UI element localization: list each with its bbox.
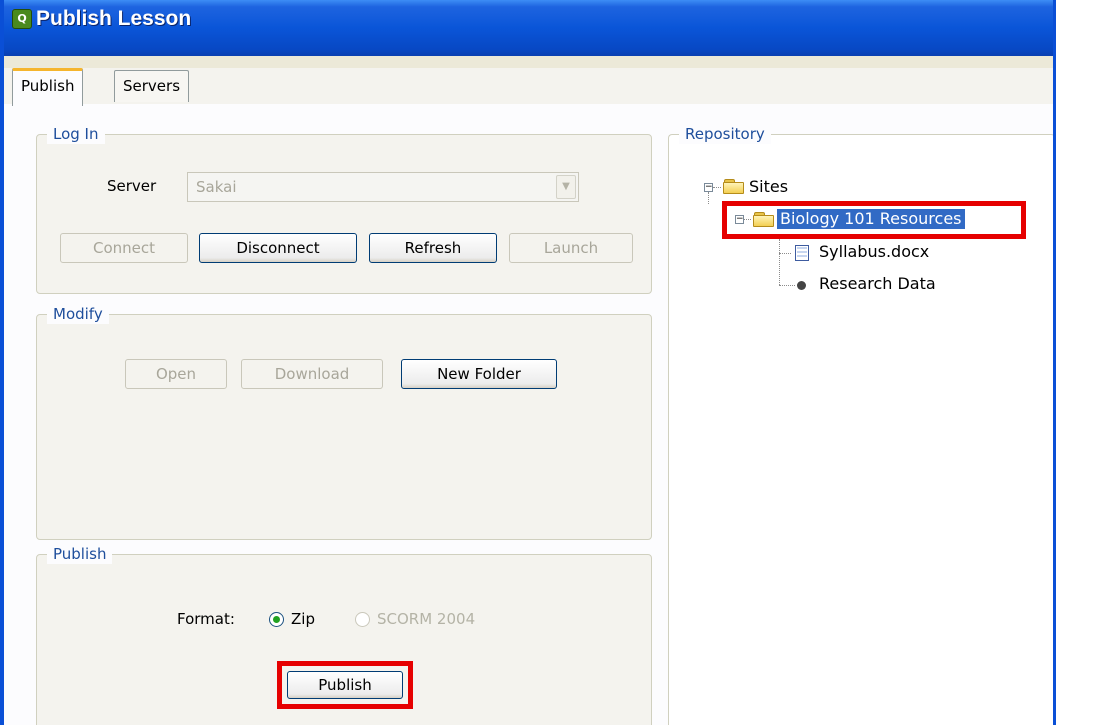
tab-strip: Publish Servers xyxy=(4,68,1053,106)
tab-content: Log In Server Sakai ▼ Connect Disconnect… xyxy=(4,104,1055,725)
collapse-icon[interactable]: − xyxy=(704,183,713,192)
window-border-left xyxy=(0,0,4,725)
tree-node-sites[interactable]: Sites xyxy=(749,177,788,197)
open-button[interactable]: Open xyxy=(125,359,227,389)
format-label: Format: xyxy=(177,610,235,628)
server-select[interactable]: Sakai ▼ xyxy=(187,172,579,202)
title-bar[interactable]: Q Publish Lesson xyxy=(0,0,1056,56)
window-border-right xyxy=(1053,0,1056,725)
refresh-button[interactable]: Refresh xyxy=(369,233,497,263)
disconnect-button[interactable]: Disconnect xyxy=(199,233,357,263)
modify-group: Modify Open Download New Folder xyxy=(36,304,652,540)
launch-button[interactable]: Launch xyxy=(509,233,633,263)
tree-node-syllabus[interactable]: Syllabus.docx xyxy=(819,242,929,262)
folder-open-icon xyxy=(753,212,775,227)
tree-node-research-data[interactable]: Research Data xyxy=(819,274,936,294)
radio-selected-dot xyxy=(273,616,280,623)
publish-lesson-window: Q Publish Lesson Publish Servers Log In … xyxy=(0,0,1056,725)
chevron-down-icon[interactable]: ▼ xyxy=(556,175,576,199)
publish-group-title: Publish xyxy=(47,544,113,564)
publish-group: Publish Format: Zip SCORM 2004 Publish xyxy=(36,544,652,725)
tab-servers[interactable]: Servers xyxy=(114,70,190,102)
tree-node-biology-101[interactable]: Biology 101 Resources xyxy=(776,208,966,230)
new-folder-button[interactable]: New Folder xyxy=(401,359,557,389)
login-group-title: Log In xyxy=(47,124,105,144)
document-icon xyxy=(795,245,809,261)
server-select-value: Sakai xyxy=(196,178,237,196)
bullet-icon xyxy=(797,281,806,290)
collapse-icon[interactable]: − xyxy=(735,215,744,224)
tab-publish[interactable]: Publish xyxy=(12,68,84,106)
folder-icon xyxy=(723,179,745,194)
scorm-radio[interactable] xyxy=(355,612,370,627)
modify-group-title: Modify xyxy=(47,304,109,324)
connect-button[interactable]: Connect xyxy=(60,233,188,263)
window-title: Publish Lesson xyxy=(36,7,192,30)
scorm-radio-label[interactable]: SCORM 2004 xyxy=(377,609,475,629)
login-group: Log In Server Sakai ▼ Connect Disconnect… xyxy=(36,124,652,294)
zip-radio-label[interactable]: Zip xyxy=(291,609,315,629)
server-label: Server xyxy=(107,177,157,195)
app-icon: Q xyxy=(12,9,32,29)
repository-group-title: Repository xyxy=(679,124,771,144)
zip-radio[interactable] xyxy=(269,612,284,627)
publish-button[interactable]: Publish xyxy=(287,671,403,699)
download-button[interactable]: Download xyxy=(241,359,383,389)
repository-panel: Repository − Sites − Biology 101 Resourc… xyxy=(668,124,1055,725)
